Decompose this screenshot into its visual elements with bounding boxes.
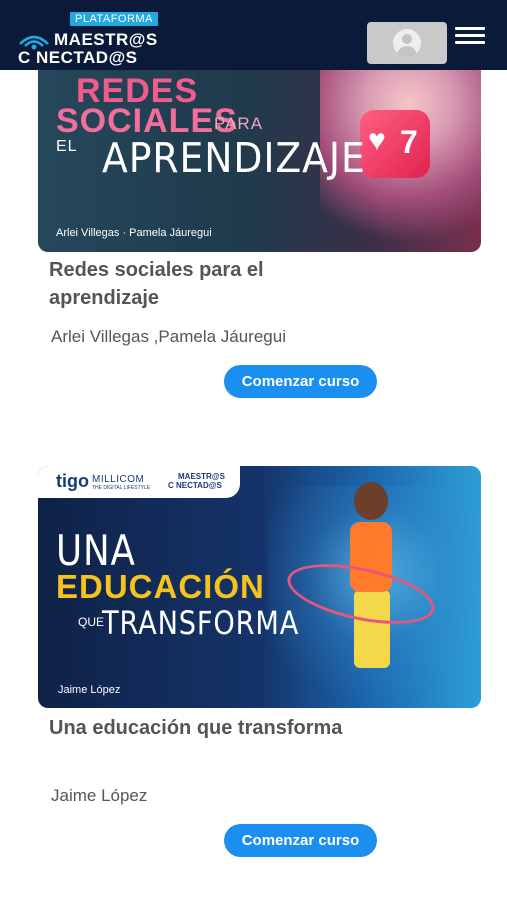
millicom-tagline: THE DIGITAL LIFESTYLE: [92, 485, 151, 491]
hamburger-menu-icon[interactable]: [455, 27, 485, 45]
course-banner-redes-sociales[interactable]: ♥ 7 REDES SOCIALES PARA EL APRENDIZAJE A…: [38, 40, 481, 252]
logo-text-line2: C NECTAD@S: [18, 48, 138, 67]
course-title[interactable]: Redes sociales para el aprendizaje: [49, 256, 379, 312]
logo-platform-tag: PLATAFORMA: [70, 12, 158, 26]
like-notification-badge: ♥ 7: [360, 110, 430, 178]
millicom-logo: MILLICOM: [92, 474, 145, 485]
maestros-conectados-logo[interactable]: PLATAFORMA MAESTR@S C NECTAD@S: [18, 10, 168, 68]
profile-button[interactable]: [367, 22, 447, 64]
course-banner-educacion[interactable]: tigo MILLICOM THE DIGITAL LIFESTYLE MAES…: [38, 466, 481, 708]
start-course-button[interactable]: Comenzar curso: [224, 365, 377, 398]
like-count: 7: [400, 124, 418, 160]
course-title[interactable]: Una educación que transforma: [49, 714, 379, 742]
logo-text-line1: MAESTR@S: [54, 30, 158, 49]
banner-title-line3: TRANSFORMA: [102, 604, 300, 642]
heart-icon: ♥: [368, 124, 386, 157]
banner-title-line3-prefix: QUE: [78, 615, 105, 629]
tigo-logo: tigo: [56, 471, 89, 491]
banner-authors: Arlei Villegas · Pamela Jáuregui: [56, 227, 212, 239]
mini-logo-line1: MAESTR@S: [178, 472, 225, 481]
start-course-button[interactable]: Comenzar curso: [224, 824, 377, 857]
banner-title-line2: EDUCACIÓN: [56, 568, 265, 605]
sponsor-logos-strip: tigo MILLICOM THE DIGITAL LIFESTYLE MAES…: [38, 466, 240, 498]
course-authors: Arlei Villegas ,Pamela Jáuregui: [51, 327, 286, 346]
banner-title-line3-prefix: EL: [56, 138, 78, 155]
child-head: [354, 482, 388, 520]
top-header: PLATAFORMA MAESTR@S C NECTAD@S: [0, 0, 507, 70]
banner-title-line2-suffix: PARA: [214, 114, 264, 133]
course-authors: Jaime López: [51, 786, 148, 805]
banner-authors: Jaime López: [58, 684, 121, 696]
mini-logo-line2: C NECTAD@S: [168, 481, 222, 490]
banner-title-line3: APRENDIZAJE: [102, 134, 366, 182]
user-avatar-icon: [393, 29, 421, 57]
